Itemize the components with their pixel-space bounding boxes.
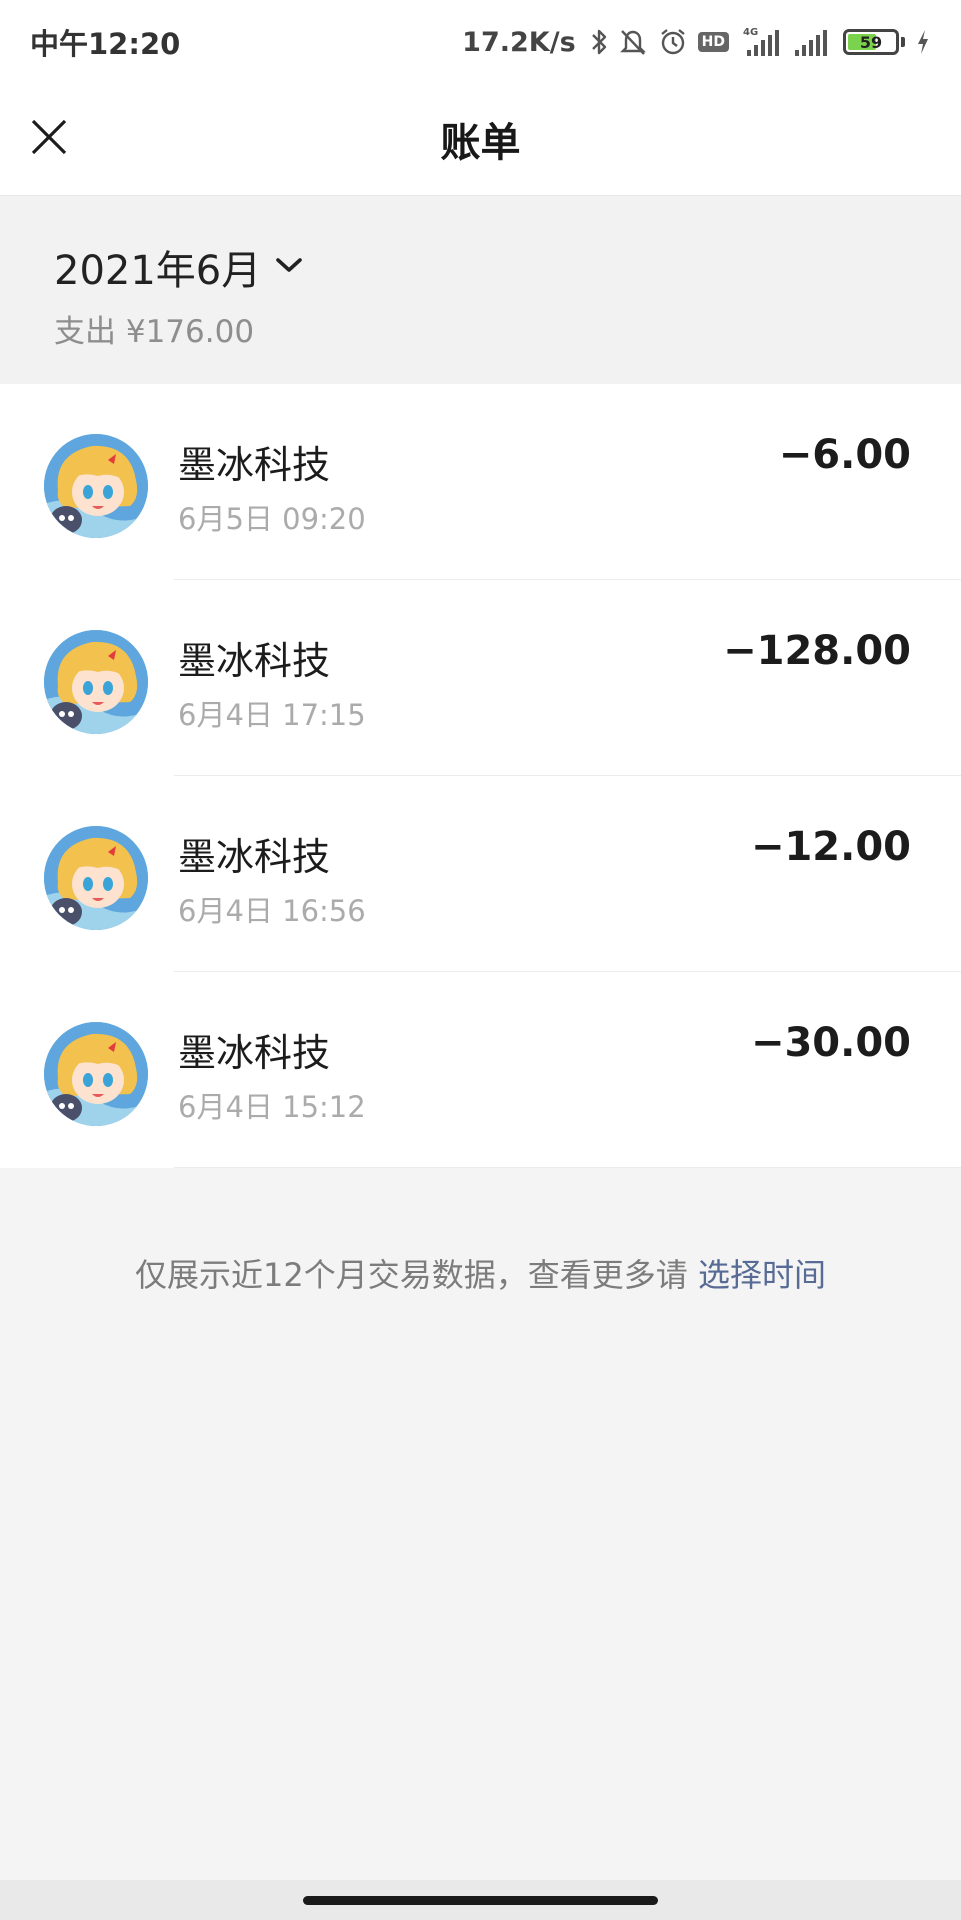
status-icons: 17.2K/s HD 4G 59 <box>462 26 931 58</box>
mute-bell-icon <box>618 27 648 57</box>
history-limit-note: 仅展示近12个月交易数据，查看更多请 选择时间 <box>0 1250 961 1296</box>
transaction-amount: −128.00 <box>723 628 911 674</box>
signal-icon <box>793 26 833 58</box>
hd-icon: HD <box>697 32 729 52</box>
transaction-row[interactable]: 墨冰科技 6月4日 16:56 −12.00 <box>0 776 961 972</box>
net-speed: 17.2K/s <box>462 26 576 58</box>
merchant-avatar <box>44 630 148 734</box>
merchant-avatar <box>44 826 148 930</box>
merchant-avatar <box>44 1022 148 1126</box>
battery-level: 59 <box>859 32 883 52</box>
title-bar: 账单 <box>0 84 961 196</box>
transaction-amount: −6.00 <box>778 432 911 478</box>
home-indicator[interactable] <box>303 1896 658 1905</box>
status-time: 中午12:20 <box>30 27 181 61</box>
transaction-time: 6月4日 16:56 <box>178 894 366 928</box>
transaction-amount: −30.00 <box>750 1020 911 1066</box>
bluetooth-icon <box>590 27 608 57</box>
charging-icon <box>915 28 931 56</box>
network-type-label: 4G <box>743 27 758 38</box>
month-selector[interactable]: 2021年6月 <box>54 238 303 296</box>
merchant-name: 墨冰科技 <box>178 1031 331 1075</box>
transaction-time: 6月4日 17:15 <box>178 698 366 732</box>
chevron-down-icon <box>275 255 303 279</box>
transaction-time: 6月4日 15:12 <box>178 1090 366 1124</box>
merchant-avatar <box>44 434 148 538</box>
merchant-name: 墨冰科技 <box>178 443 331 487</box>
battery-icon: 59 <box>843 29 899 55</box>
transaction-row[interactable]: 墨冰科技 6月5日 09:20 −6.00 <box>0 384 961 580</box>
page-title: 账单 <box>440 120 521 166</box>
status-bar: 中午12:20 17.2K/s HD 4G 59 <box>0 0 961 84</box>
month-label: 2021年6月 <box>54 248 262 294</box>
transaction-row[interactable]: 墨冰科技 6月4日 15:12 −30.00 <box>0 972 961 1168</box>
navigation-bar <box>0 1880 961 1920</box>
month-header: 2021年6月 支出 ¥176.00 <box>0 196 961 384</box>
transaction-time: 6月5日 09:20 <box>178 502 366 536</box>
battery-cap <box>901 37 905 47</box>
history-limit-text: 仅展示近12个月交易数据，查看更多请 <box>135 1256 698 1294</box>
transaction-list: 墨冰科技 6月5日 09:20 −6.00 墨冰科技 6月4日 17:15 −1… <box>0 384 961 1168</box>
merchant-name: 墨冰科技 <box>178 639 331 683</box>
transaction-amount: −12.00 <box>750 824 911 870</box>
merchant-name: 墨冰科技 <box>178 835 331 879</box>
transaction-row[interactable]: 墨冰科技 6月4日 17:15 −128.00 <box>0 580 961 776</box>
expense-summary: 支出 ¥176.00 <box>54 314 255 350</box>
alarm-icon <box>658 27 688 57</box>
signal-4g-icon: 4G <box>739 26 783 58</box>
select-time-link[interactable]: 选择时间 <box>698 1256 826 1294</box>
